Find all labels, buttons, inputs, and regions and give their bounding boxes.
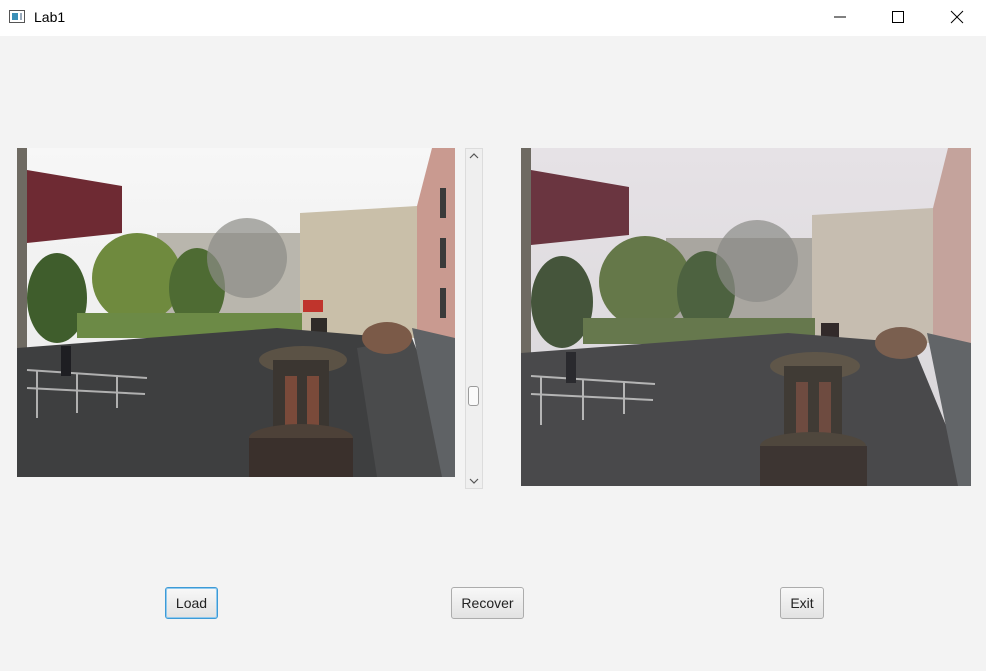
minimize-icon (834, 16, 846, 18)
close-button[interactable] (928, 0, 986, 34)
minimize-button[interactable] (811, 0, 869, 34)
title-bar: Lab1 (0, 0, 986, 36)
close-icon (950, 10, 964, 24)
scroll-down-button[interactable] (466, 474, 482, 488)
chevron-up-icon (469, 153, 479, 159)
vertical-scrollbar[interactable] (465, 148, 483, 489)
chevron-down-icon (469, 478, 479, 484)
window-title: Lab1 (34, 9, 66, 25)
original-image-view (17, 148, 455, 477)
load-button[interactable]: Load (165, 587, 218, 619)
noisy-image-view (521, 148, 971, 486)
exit-button[interactable]: Exit (780, 587, 824, 619)
recover-button[interactable]: Recover (451, 587, 524, 619)
scroll-up-button[interactable] (466, 149, 482, 163)
maximize-icon (892, 11, 904, 23)
maximize-button[interactable] (869, 0, 927, 34)
scroll-thumb[interactable] (468, 386, 479, 406)
app-icon (9, 10, 25, 23)
